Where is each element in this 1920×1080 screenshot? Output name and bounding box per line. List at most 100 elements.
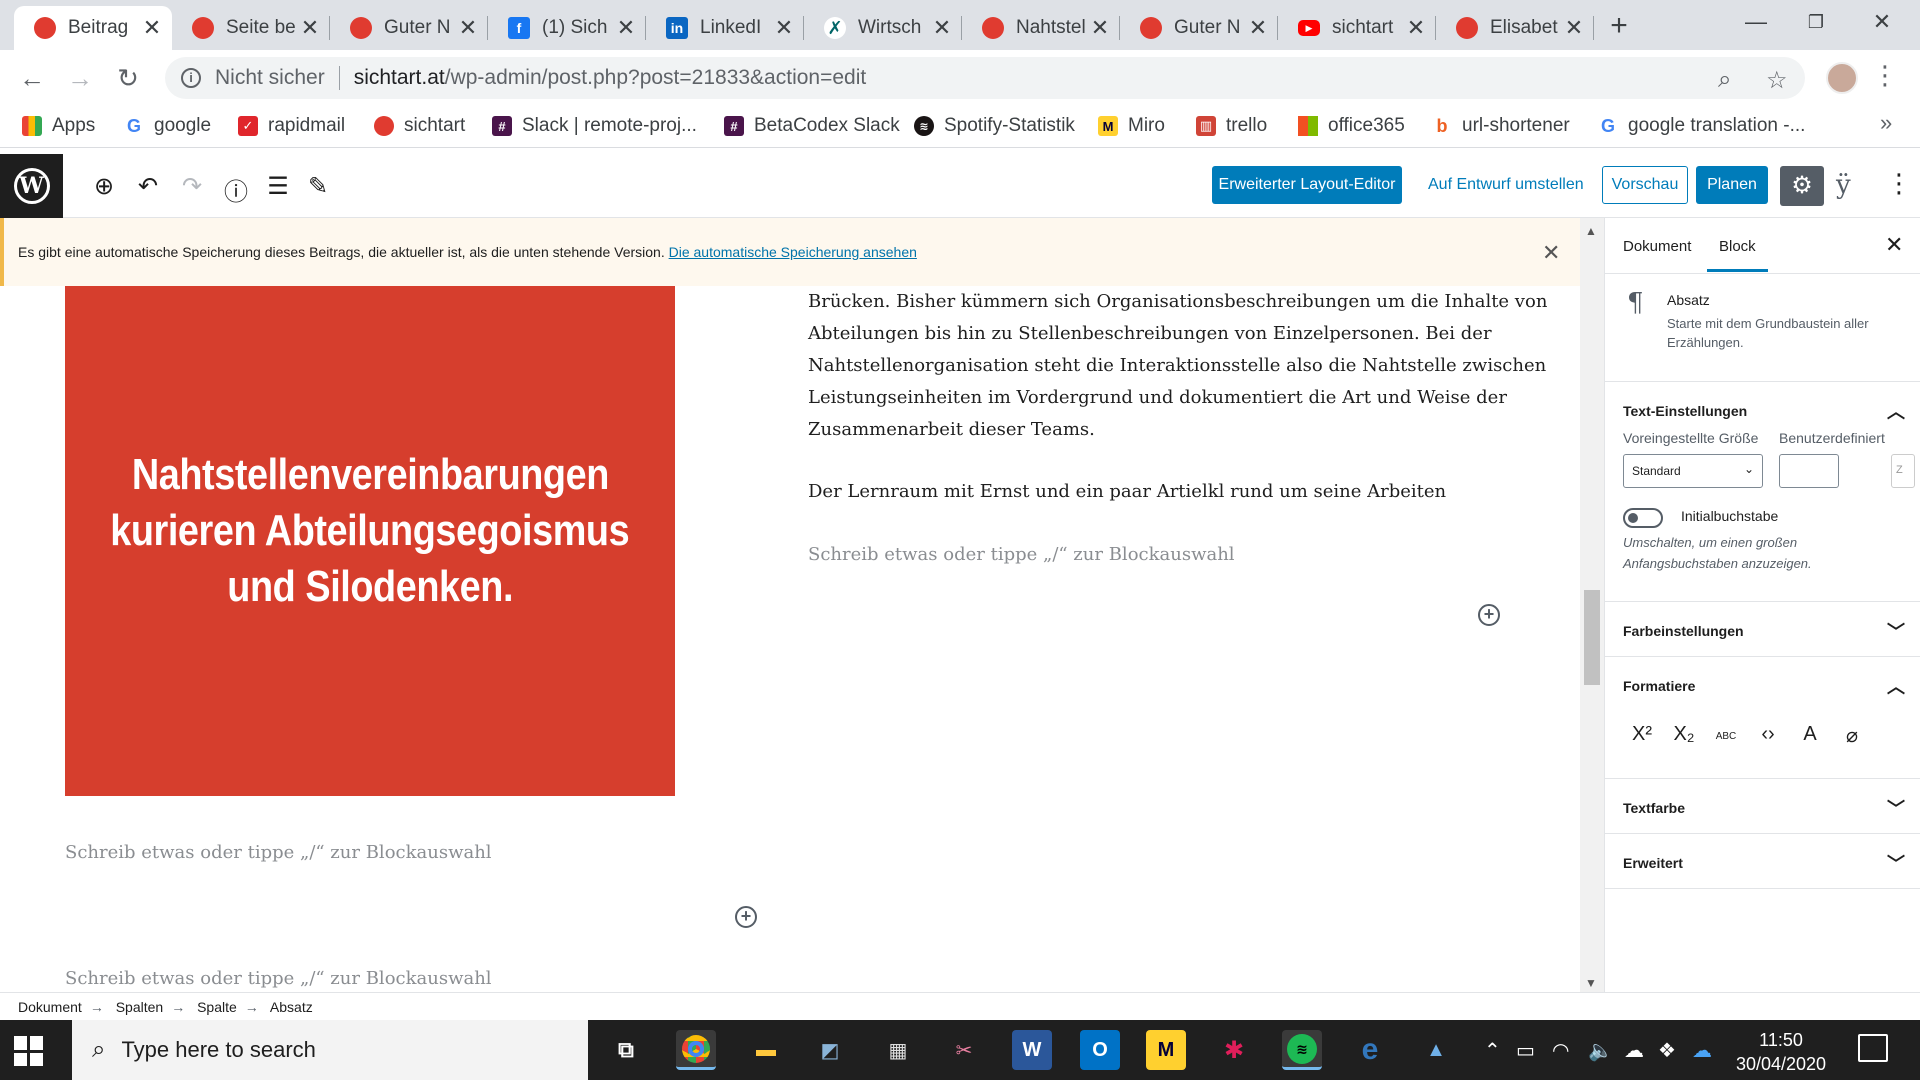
tab-xing[interactable]: ✗ Wirtsch ✕ <box>804 6 962 50</box>
close-tab-icon[interactable]: ✕ <box>300 15 320 41</box>
photos-icon[interactable]: ▲ <box>1416 1030 1456 1070</box>
clear-format-icon[interactable]: ⌀ <box>1839 723 1865 748</box>
system-clock[interactable]: 11:50 30/04/2020 <box>1716 1028 1846 1076</box>
avatar[interactable] <box>1826 62 1858 94</box>
drop-cap-toggle[interactable] <box>1623 508 1663 528</box>
close-tab-icon[interactable]: ✕ <box>1090 15 1110 41</box>
bookmark-trello[interactable]: ▥ trello <box>1196 115 1267 137</box>
strikethrough-icon[interactable]: ABC <box>1713 731 1739 742</box>
windows-start-icon[interactable] <box>14 1036 44 1066</box>
more-options-icon[interactable]: ⋮ <box>1886 168 1912 199</box>
bookmark-star-icon[interactable]: ☆ <box>1766 66 1788 95</box>
chrome-menu-icon[interactable]: ⋮ <box>1872 60 1898 91</box>
schedule-button[interactable]: Planen <box>1696 166 1768 204</box>
close-tab-icon[interactable]: ✕ <box>774 15 794 41</box>
custom-size-input[interactable] <box>1779 454 1839 488</box>
tab-guter-2[interactable]: Guter N ✕ <box>1120 6 1278 50</box>
word-icon[interactable]: W <box>1012 1030 1052 1070</box>
restore-icon[interactable]: ❐ <box>1786 0 1846 44</box>
slack-icon[interactable]: ✱ <box>1214 1030 1254 1070</box>
close-tab-icon[interactable]: ✕ <box>1564 15 1584 41</box>
scroll-down-icon[interactable]: ▼ <box>1585 976 1597 990</box>
add-block-icon[interactable]: + <box>1478 604 1500 626</box>
chevron-right-icon[interactable]: » <box>1880 110 1892 136</box>
panel-toggle-color-settings[interactable]: Farbeinstellungen ﹀ <box>1605 602 1920 656</box>
inline-code-icon[interactable]: ‹› <box>1755 723 1781 746</box>
volume-icon[interactable]: 🔈 <box>1588 1038 1613 1063</box>
empty-block-placeholder[interactable]: Schreib etwas oder tippe „/“ zur Blockau… <box>65 968 492 989</box>
notes-app-icon[interactable]: ◩ <box>810 1030 850 1070</box>
switch-to-draft-button[interactable]: Auf Entwurf umstellen <box>1428 166 1584 204</box>
preview-button[interactable]: Vorschau <box>1602 166 1688 204</box>
breadcrumb-item[interactable]: Spalten <box>116 999 163 1015</box>
miro-icon[interactable]: M <box>1146 1030 1186 1070</box>
bookmark-rapidmail[interactable]: ✓ rapidmail <box>238 115 345 137</box>
close-tab-icon[interactable]: ✕ <box>458 15 478 41</box>
panel-toggle-advanced[interactable]: Erweitert ﹀ <box>1605 834 1920 888</box>
close-tab-icon[interactable]: ✕ <box>932 15 952 41</box>
onedrive-icon[interactable]: ☁ <box>1692 1038 1712 1063</box>
dropbox-icon[interactable]: ❖ <box>1658 1038 1676 1063</box>
subscript-icon[interactable]: X₂ <box>1671 723 1697 746</box>
forward-arrow-icon[interactable]: → <box>62 60 98 96</box>
close-tab-icon[interactable]: ✕ <box>1248 15 1268 41</box>
tab-block[interactable]: Block <box>1707 238 1768 272</box>
tab-guter-1[interactable]: Guter N ✕ <box>330 6 488 50</box>
view-autosave-link[interactable]: Die automatische Speicherung ansehen <box>669 244 917 260</box>
plus-icon[interactable]: + <box>1602 10 1636 44</box>
breadcrumb-item[interactable]: Spalte <box>197 999 237 1015</box>
breadcrumb-item[interactable]: Absatz <box>270 999 313 1015</box>
minimize-icon[interactable]: — <box>1726 0 1786 44</box>
wifi-icon[interactable]: ◠ <box>1552 1038 1569 1063</box>
undo-icon[interactable]: ↶ <box>134 172 162 201</box>
add-block-icon[interactable]: + <box>735 906 757 928</box>
tab-youtube[interactable]: ▶ sichtart ✕ <box>1278 6 1436 50</box>
empty-block-placeholder[interactable]: Schreib etwas oder tippe „/“ zur Blockau… <box>808 544 1235 565</box>
panel-toggle-text-color[interactable]: Textfarbe ﹀ <box>1605 779 1920 833</box>
bookmark-sichtart[interactable]: sichtart <box>374 115 465 137</box>
zoom-icon[interactable]: ⌕ <box>1718 66 1731 94</box>
edge-icon[interactable]: e <box>1350 1030 1390 1070</box>
reload-icon[interactable]: ↻ <box>110 60 146 96</box>
paragraph-block-2[interactable]: Der Lernraum mit Ernst und ein paar Arti… <box>808 476 1446 508</box>
scroll-up-icon[interactable]: ▲ <box>1585 224 1597 238</box>
bookmark-google[interactable]: G google <box>124 115 211 137</box>
bookmark-apps[interactable]: Apps <box>22 115 95 137</box>
tab-seite[interactable]: Seite be ✕ <box>172 6 330 50</box>
battery-icon[interactable]: ▭ <box>1516 1038 1535 1063</box>
bookmark-betacodex-slack[interactable]: # BetaCodex Slack <box>724 115 900 137</box>
panel-toggle-format[interactable]: Formatiere ︿ <box>1605 657 1920 711</box>
wordpress-logo-icon[interactable]: W <box>0 154 63 218</box>
close-icon[interactable]: ✕ <box>1885 232 1903 258</box>
redo-icon[interactable]: ↷ <box>178 172 206 201</box>
chevron-up-icon[interactable]: ⌃ <box>1484 1038 1501 1063</box>
close-tab-icon[interactable]: ✕ <box>616 15 636 41</box>
close-icon[interactable]: ✕ <box>1542 240 1560 266</box>
empty-block-placeholder[interactable]: Schreib etwas oder tippe „/“ zur Blockau… <box>65 842 492 863</box>
task-view-icon[interactable]: ⧉ <box>606 1030 646 1070</box>
tab-elisabet[interactable]: Elisabet ✕ <box>1436 6 1594 50</box>
layout-editor-button[interactable]: Erweiterter Layout-Editor <box>1212 166 1402 204</box>
scrollbar-thumb[interactable] <box>1584 590 1600 685</box>
outlook-icon[interactable]: O <box>1080 1030 1120 1070</box>
font-size-select[interactable]: Standard ⌄ <box>1623 454 1763 488</box>
cloud-upload-icon[interactable]: ☁ <box>1624 1038 1644 1063</box>
bookmark-google-translation[interactable]: G google translation -... <box>1598 115 1805 137</box>
tab-linkedin[interactable]: in LinkedI ✕ <box>646 6 804 50</box>
chrome-icon[interactable] <box>676 1030 716 1070</box>
breadcrumb-item[interactable]: Dokument <box>18 999 82 1015</box>
text-color-icon[interactable]: A <box>1797 723 1823 746</box>
bookmark-slack-remote[interactable]: # Slack | remote-proj... <box>492 115 697 137</box>
address-bar[interactable]: i Nicht sicher sichtart.at /wp-admin/pos… <box>165 57 1805 99</box>
tab-facebook[interactable]: f (1) Sich ✕ <box>488 6 646 50</box>
tab-beitrag[interactable]: Beitrag ✕ <box>14 6 172 50</box>
file-explorer-icon[interactable]: ▬ <box>746 1030 786 1070</box>
taskbar-search[interactable]: ⌕ Type here to search <box>72 1020 588 1080</box>
close-tab-icon[interactable]: ✕ <box>1406 15 1426 41</box>
snipping-tool-icon[interactable]: ✂ <box>944 1030 984 1070</box>
featured-image[interactable]: Nahtstellenvereinbarungen kurieren Abtei… <box>65 286 675 796</box>
back-arrow-icon[interactable]: ← <box>14 60 50 96</box>
tab-document[interactable]: Dokument <box>1623 238 1691 255</box>
edit-pencil-icon[interactable]: ✎ <box>304 172 332 201</box>
bookmark-office365[interactable]: office365 <box>1298 115 1405 137</box>
